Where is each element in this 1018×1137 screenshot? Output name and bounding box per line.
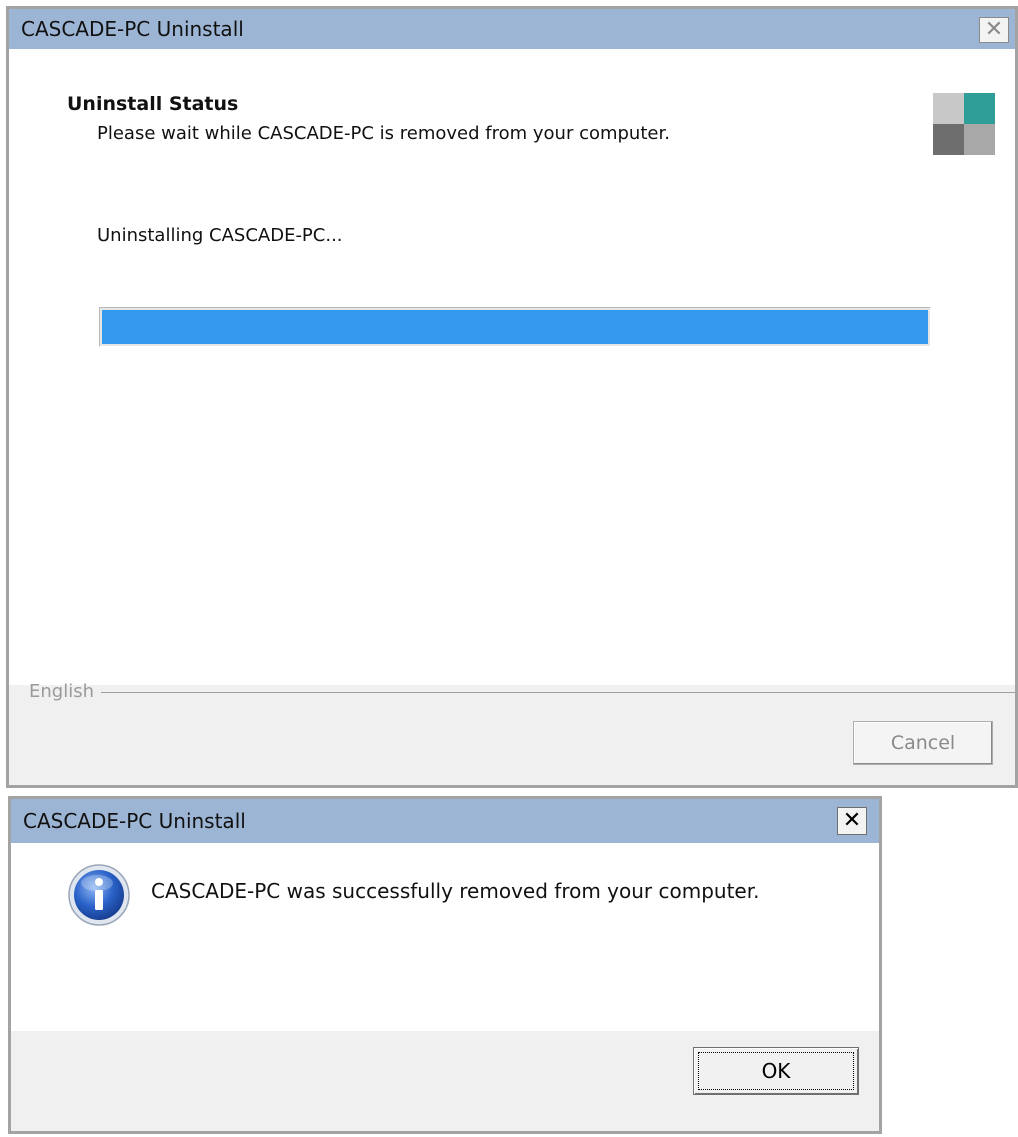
close-icon: ✕: [842, 808, 862, 833]
ok-button[interactable]: OK: [693, 1047, 859, 1095]
window-title: CASCADE-PC Uninstall: [21, 17, 244, 41]
close-icon: ✕: [984, 17, 1004, 42]
message-box: CASCADE-PC Uninstall ✕ CASCADE-PC was su…: [8, 796, 882, 1134]
message-box-close-button[interactable]: ✕: [837, 807, 867, 835]
uninstall-window: CASCADE-PC Uninstall ✕ Uninstall Status …: [6, 6, 1018, 788]
message-box-title: CASCADE-PC Uninstall: [23, 809, 246, 833]
logo-square-bottom-right: [964, 124, 995, 155]
section-title: Uninstall Status: [67, 93, 239, 115]
progress-fill: [102, 310, 928, 344]
status-text: Uninstalling CASCADE-PC...: [97, 225, 343, 246]
focus-rectangle: [698, 1052, 854, 1090]
message-box-titlebar[interactable]: CASCADE-PC Uninstall ✕: [11, 799, 879, 843]
cancel-button[interactable]: Cancel: [853, 721, 993, 765]
logo-square-top-right: [964, 93, 995, 124]
message-text: CASCADE-PC was successfully removed from…: [151, 879, 760, 903]
uninstall-window-body: CASCADE-PC Uninstall ✕ Uninstall Status …: [9, 9, 1015, 785]
close-button[interactable]: ✕: [979, 17, 1009, 43]
section-subtitle: Please wait while CASCADE-PC is removed …: [97, 123, 670, 144]
progress-bar: [99, 307, 931, 347]
language-label: English: [29, 681, 94, 702]
content-area: Uninstall Status Please wait while CASCA…: [9, 49, 1015, 685]
message-box-body: CASCADE-PC Uninstall ✕ CASCADE-PC was su…: [11, 799, 879, 1131]
info-icon: [67, 863, 131, 927]
message-content: [11, 843, 879, 1031]
logo-square-top-left: [933, 93, 964, 124]
installer-logo: [933, 93, 995, 155]
uninstall-window-titlebar[interactable]: CASCADE-PC Uninstall ✕: [9, 9, 1015, 49]
logo-square-bottom-left: [933, 124, 964, 155]
divider: [101, 692, 1015, 693]
